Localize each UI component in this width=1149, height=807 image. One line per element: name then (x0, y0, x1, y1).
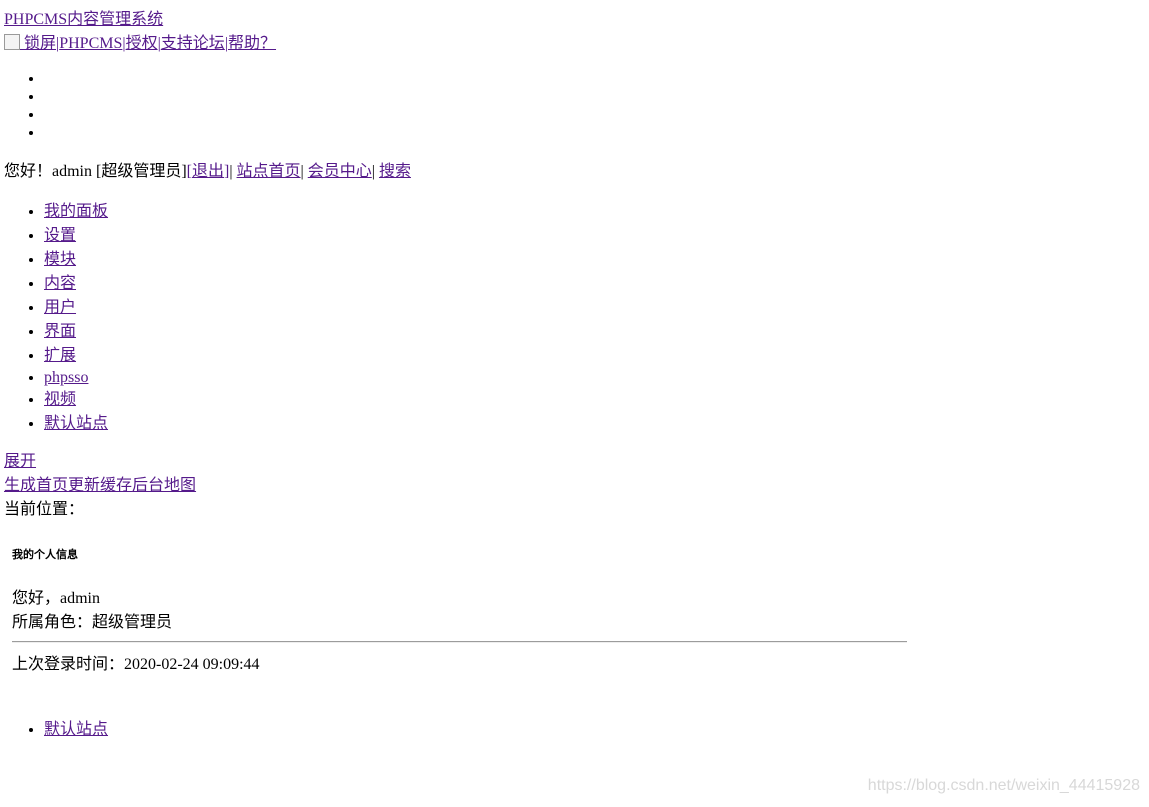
member-center-link[interactable]: 会员中心 (308, 163, 372, 180)
forum-link[interactable]: 支持论坛 (161, 35, 225, 52)
quick-toolbar: 生成首页更新缓存后台地图 (4, 474, 196, 498)
empty-top-list (4, 70, 44, 142)
site-list: 默认站点 (4, 718, 108, 742)
license-link[interactable]: 授权 (126, 35, 158, 52)
breadcrumb-label: 当前位置： (4, 501, 85, 518)
menu-item-users: 用户 (44, 296, 108, 320)
divider (12, 641, 907, 643)
menu-link-default-site[interactable]: 默认站点 (44, 415, 108, 432)
profile-title: 我的个人信息 (12, 548, 78, 561)
menu-link-video[interactable]: 视频 (44, 391, 76, 408)
menu-item-default-site: 默认站点 (44, 412, 108, 436)
user-greeting: 您好！admin [超级管理员] (4, 163, 187, 180)
menu-link-modules[interactable]: 模块 (44, 251, 76, 268)
site-list-item: 默认站点 (44, 718, 108, 742)
menu-link-interface[interactable]: 界面 (44, 323, 76, 340)
menu-link-extend[interactable]: 扩展 (44, 347, 76, 364)
menu-link-phpsso[interactable]: phpsso (44, 369, 88, 386)
site-title-row: PHPCMS内容管理系统 (4, 8, 163, 32)
lock-screen-link[interactable]: 锁屏 (4, 34, 57, 52)
site-home-link[interactable]: 站点首页 (237, 163, 301, 180)
profile-role: 所属角色：超级管理员 (12, 614, 173, 631)
menu-item-phpsso: phpsso (44, 368, 108, 388)
menu-link-users[interactable]: 用户 (44, 299, 76, 316)
menu-link-content[interactable]: 内容 (44, 275, 76, 292)
logout-link[interactable]: 退出 (192, 163, 224, 180)
separator: | (371, 163, 379, 180)
expand-row: 展开 (4, 450, 36, 474)
profile-hello: 您好，admin (12, 590, 100, 607)
separator: | (300, 163, 308, 180)
help-link[interactable]: 帮助？ (228, 35, 276, 52)
breadcrumb: 当前位置： (4, 498, 84, 522)
menu-item-modules: 模块 (44, 248, 108, 272)
menu-item-extend: 扩展 (44, 344, 108, 368)
phpcms-link[interactable]: PHPCMS (59, 35, 122, 52)
admin-map-link[interactable]: 后台地图 (132, 477, 196, 494)
menu-link-panel[interactable]: 我的面板 (44, 203, 108, 220)
menu-item-panel: 我的面板 (44, 200, 108, 224)
user-bar: 您好！admin [超级管理员][退出]| 站点首页| 会员中心| 搜索 (4, 160, 411, 184)
main-menu: 我的面板 设置 模块 内容 用户 界面 扩展 phpsso 视频 默认站点 (4, 200, 108, 436)
menu-item-content: 内容 (44, 272, 108, 296)
menu-item-settings: 设置 (44, 224, 108, 248)
top-links: 锁屏|PHPCMS|授权|支持论坛|帮助？ (4, 32, 276, 56)
generate-home-link[interactable]: 生成首页 (4, 477, 68, 494)
menu-item-video: 视频 (44, 388, 108, 412)
site-link-default[interactable]: 默认站点 (44, 721, 108, 738)
search-link[interactable]: 搜索 (379, 163, 411, 180)
expand-link[interactable]: 展开 (4, 453, 36, 470)
separator: | (229, 163, 237, 180)
broken-image-icon (4, 34, 20, 50)
menu-item-interface: 界面 (44, 320, 108, 344)
lock-screen-label: 锁屏 (20, 35, 57, 52)
menu-link-settings[interactable]: 设置 (44, 227, 76, 244)
watermark-text: https://blog.csdn.net/weixin_44415928 (867, 777, 1140, 794)
site-title-link[interactable]: PHPCMS内容管理系统 (4, 11, 163, 28)
update-cache-link[interactable]: 更新缓存 (68, 477, 132, 494)
profile-last-login: 上次登录时间：2020-02-24 09:09:44 (12, 656, 260, 673)
